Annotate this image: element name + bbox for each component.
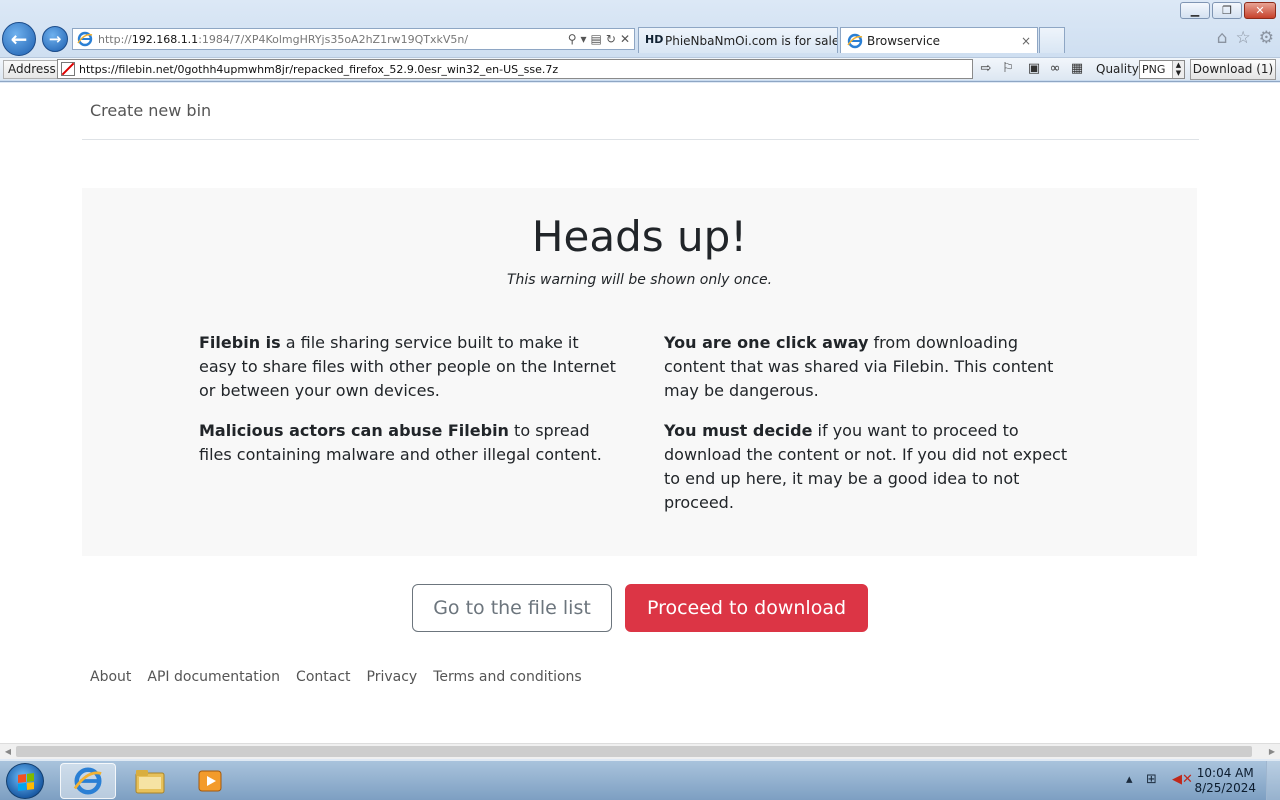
forward-arrow-icon: → bbox=[48, 30, 62, 48]
ie-icon bbox=[847, 33, 863, 48]
go-to-file-list-button[interactable]: Go to the file list bbox=[412, 584, 612, 632]
close-icon: ✕ bbox=[1255, 4, 1265, 17]
clock-time: 10:04 AM bbox=[1196, 766, 1254, 780]
clock[interactable]: 10:04 AM 8/25/2024 bbox=[1194, 766, 1256, 796]
dropdown-arrow-icon[interactable]: ▾ bbox=[581, 32, 587, 46]
find-binoculars-icon[interactable]: ∞ bbox=[1047, 61, 1063, 77]
new-tab-button[interactable] bbox=[1039, 27, 1065, 53]
save-page-icon[interactable]: ▣ bbox=[1026, 61, 1042, 77]
info-column-left: Filebin is a file sharing service built … bbox=[199, 331, 619, 483]
browser-chrome: ▁ ❐ ✕ ← → http://192.168.1.1:1984/7/XP4K… bbox=[0, 0, 1280, 82]
info-paragraph: Filebin is a file sharing service built … bbox=[199, 333, 616, 400]
address-label: Address bbox=[3, 60, 61, 79]
footer-link-api-docs[interactable]: API documentation bbox=[147, 669, 280, 685]
url-tools: ⚲ ▾ ▤ ↻ ✕ bbox=[568, 32, 634, 46]
windows-logo-icon bbox=[18, 773, 34, 791]
footer-link-about[interactable]: About bbox=[90, 669, 131, 685]
taskbar: ▴ ⊞ ◀✕ 10:04 AM 8/25/2024 bbox=[0, 760, 1280, 800]
address-input[interactable]: https://filebin.net/0gothh4upmwhm8jr/rep… bbox=[57, 59, 973, 79]
go-arrow-icon[interactable]: ⇨ bbox=[978, 61, 994, 77]
refresh-icon[interactable]: ↻ bbox=[606, 32, 616, 46]
close-window-button[interactable]: ✕ bbox=[1244, 2, 1276, 19]
clock-date: 8/25/2024 bbox=[1194, 781, 1256, 795]
divider bbox=[82, 139, 1199, 140]
browser-right-icons: ⌂ ☆ ⚙ bbox=[1217, 28, 1274, 48]
tab-phienbanmoi[interactable]: HD PhieNbaNmOi.com is for sale ... bbox=[638, 27, 838, 53]
network-icon[interactable]: ⊞ bbox=[1146, 772, 1157, 787]
download-button[interactable]: Download (1) bbox=[1190, 59, 1276, 80]
stop-icon[interactable]: ✕ bbox=[620, 32, 630, 46]
ie-icon bbox=[73, 767, 102, 795]
scroll-left-icon[interactable]: ◀ bbox=[0, 745, 16, 759]
settings-gear-icon[interactable]: ⚙ bbox=[1259, 28, 1274, 48]
tab-label: PhieNbaNmOi.com is for sale ... bbox=[665, 33, 838, 48]
page-broken-icon bbox=[61, 62, 75, 76]
ie-icon bbox=[77, 31, 93, 47]
info-paragraph: You must decide if you want to proceed t… bbox=[664, 421, 1068, 512]
info-paragraph: Malicious actors can abuse Filebin to sp… bbox=[199, 421, 602, 464]
footer-link-contact[interactable]: Contact bbox=[296, 669, 350, 685]
warning-subtitle: This warning will be shown only once. bbox=[506, 272, 773, 288]
start-button[interactable] bbox=[6, 763, 44, 799]
create-new-bin-link[interactable]: Create new bin bbox=[90, 101, 211, 120]
forward-button[interactable]: → bbox=[42, 26, 68, 52]
taskbar-explorer-button[interactable] bbox=[122, 763, 178, 799]
folder-icon bbox=[135, 770, 165, 794]
clipboard-icon[interactable]: ▦ bbox=[1069, 61, 1085, 77]
spinner-arrows-icon[interactable]: ▲ ▼ bbox=[1172, 61, 1184, 78]
info-paragraph: You are one click away from downloading … bbox=[664, 333, 1054, 400]
back-arrow-icon: ← bbox=[10, 27, 28, 51]
scrollbar-thumb[interactable] bbox=[16, 746, 1252, 757]
proceed-to-download-button[interactable]: Proceed to download bbox=[625, 584, 868, 632]
footer-link-terms[interactable]: Terms and conditions bbox=[433, 669, 582, 685]
tab-browservice[interactable]: Browservice × bbox=[840, 27, 1038, 53]
address-toolbar: Address https://filebin.net/0gothh4upmwh… bbox=[0, 57, 1280, 80]
close-tab-icon[interactable]: × bbox=[1015, 34, 1031, 48]
window-controls: ▁ ❐ ✕ bbox=[1180, 2, 1276, 19]
volume-muted-icon[interactable]: ◀✕ bbox=[1172, 772, 1193, 787]
show-hidden-icons[interactable]: ▴ bbox=[1126, 772, 1133, 787]
page-viewport: Create new bin Heads up! This warning wi… bbox=[0, 83, 1280, 743]
home-icon[interactable]: ⌂ bbox=[1217, 28, 1228, 48]
warning-panel: Heads up! This warning will be shown onl… bbox=[82, 188, 1197, 556]
footer-link-privacy[interactable]: Privacy bbox=[367, 669, 418, 685]
bookmark-icon[interactable]: ⚐ bbox=[1000, 61, 1016, 77]
browser-url-text: http://192.168.1.1:1984/7/XP4KolmgHRYjs3… bbox=[98, 32, 469, 46]
search-icon[interactable]: ⚲ bbox=[568, 32, 577, 46]
restore-button[interactable]: ❐ bbox=[1212, 2, 1242, 19]
browser-url-bar[interactable]: http://192.168.1.1:1984/7/XP4KolmgHRYjs3… bbox=[72, 28, 635, 50]
footer-links: About API documentation Contact Privacy … bbox=[90, 669, 582, 685]
scroll-right-icon[interactable]: ▶ bbox=[1264, 745, 1280, 759]
show-desktop-button[interactable] bbox=[1266, 761, 1280, 800]
horizontal-scrollbar[interactable]: ◀ ▶ bbox=[0, 743, 1280, 759]
media-player-icon bbox=[198, 770, 222, 792]
restore-icon: ❐ bbox=[1222, 4, 1232, 17]
quality-value: PNG bbox=[1142, 63, 1166, 76]
hd-icon: HD bbox=[645, 32, 664, 46]
tab-label: Browservice bbox=[867, 33, 941, 48]
page-title: Heads up! bbox=[531, 212, 748, 261]
minimize-button[interactable]: ▁ bbox=[1180, 2, 1210, 19]
info-column-right: You are one click away from downloading … bbox=[664, 331, 1079, 531]
favorites-star-icon[interactable]: ☆ bbox=[1236, 28, 1251, 48]
quality-select[interactable]: PNG ▲ ▼ bbox=[1139, 60, 1185, 79]
taskbar-ie-button[interactable] bbox=[60, 763, 116, 799]
compat-view-icon[interactable]: ▤ bbox=[591, 32, 602, 46]
quality-label: Quality bbox=[1096, 62, 1139, 76]
address-value: https://filebin.net/0gothh4upmwhm8jr/rep… bbox=[79, 62, 559, 76]
minimize-icon: ▁ bbox=[1190, 4, 1200, 17]
taskbar-media-player-button[interactable] bbox=[182, 763, 238, 799]
back-button[interactable]: ← bbox=[2, 22, 36, 56]
